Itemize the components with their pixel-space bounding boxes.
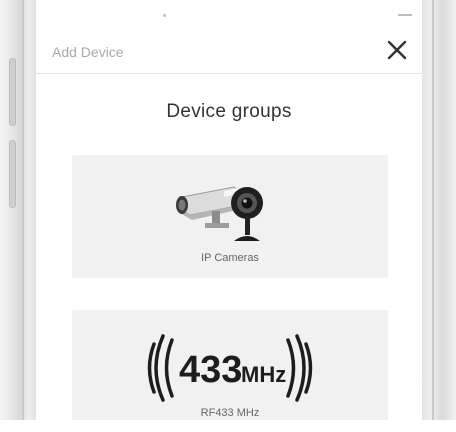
phone-frame-edge — [22, 0, 24, 420]
ip-camera-icon — [176, 186, 263, 241]
device-group-rf433[interactable]: 433 MHz RF433 MHz — [72, 310, 388, 420]
page-title: Device groups — [166, 101, 292, 122]
app-header: Add Device — [36, 27, 422, 74]
rf-icon-unit: MHz — [241, 362, 286, 387]
phone-frame-edge — [432, 0, 434, 420]
volume-button — [9, 140, 16, 208]
bottom-margin — [0, 420, 456, 432]
app-screen: Add Device Device groups IP Cameras 433 … — [36, 0, 422, 420]
close-button[interactable] — [384, 37, 410, 63]
status-bar-icon — [163, 14, 166, 17]
volume-button — [9, 58, 16, 126]
device-group-ip-cameras[interactable]: IP Cameras — [72, 155, 388, 278]
group-label: RF433 MHz — [200, 407, 260, 419]
rf-icon-number: 433 — [179, 349, 242, 391]
header-title: Add Device — [52, 44, 124, 60]
rf433-icon: 433 MHz — [147, 334, 313, 402]
status-bar-icon — [398, 14, 412, 16]
group-label: IP Cameras — [201, 252, 259, 264]
phone-frame-right — [422, 0, 456, 420]
phone-frame-left — [0, 0, 36, 420]
close-icon — [387, 40, 407, 60]
